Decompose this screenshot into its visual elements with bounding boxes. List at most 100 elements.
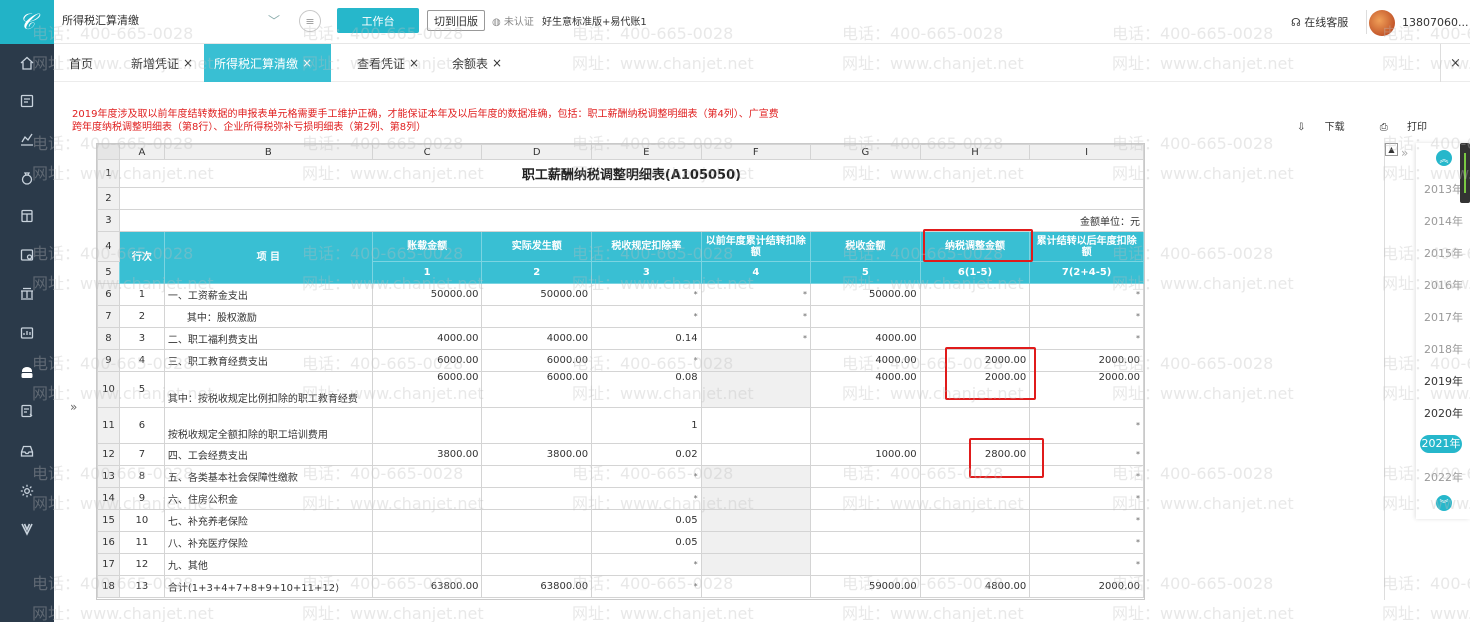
workbench-button[interactable]: 工作台 [337, 8, 419, 33]
value-cell-e[interactable]: 0.05 [591, 531, 702, 554]
value-cell-d[interactable]: 63800.00 [481, 575, 593, 598]
value-cell-g[interactable] [810, 553, 921, 576]
value-cell-h[interactable] [919, 465, 1031, 488]
tab-new-voucher[interactable]: 新增凭证 × [121, 44, 203, 82]
value-cell-d[interactable] [481, 531, 593, 554]
value-cell-e[interactable]: * [591, 465, 702, 488]
value-cell-g[interactable] [810, 407, 921, 444]
value-cell-g[interactable]: 59000.00 [810, 575, 921, 598]
declaration-icon[interactable] [0, 392, 54, 430]
value-cell-f[interactable] [700, 465, 812, 488]
close-icon[interactable]: × [302, 56, 312, 70]
value-cell-g[interactable] [810, 509, 921, 532]
value-cell-i[interactable]: * [1029, 531, 1144, 554]
document-icon[interactable]: ≡ [299, 10, 321, 32]
value-cell-f[interactable] [700, 407, 812, 444]
value-cell-i[interactable]: * [1029, 465, 1144, 488]
close-icon[interactable]: × [409, 56, 419, 70]
value-cell-i[interactable]: 2000.00 [1029, 575, 1144, 598]
tab-income-tax-settlement[interactable]: 所得税汇算清缴 × [204, 44, 331, 82]
value-cell-h[interactable] [919, 531, 1031, 554]
value-cell-d[interactable]: 6000.00 [481, 371, 593, 408]
value-cell-c[interactable] [371, 407, 483, 444]
value-cell-h[interactable]: 4800.00 [919, 575, 1031, 598]
report-chart-icon[interactable] [0, 120, 54, 158]
value-cell-f[interactable]: * [700, 327, 812, 350]
value-cell-c[interactable]: 4000.00 [371, 327, 483, 350]
close-icon[interactable]: × [492, 56, 502, 70]
value-cell-d[interactable] [481, 465, 593, 488]
archive-icon[interactable] [0, 432, 54, 470]
collapse-right-icon[interactable]: » [1401, 146, 1408, 160]
value-cell-h[interactable] [919, 553, 1031, 576]
close-all-tabs-icon[interactable]: × [1440, 44, 1470, 82]
value-cell-e[interactable]: * [591, 487, 702, 510]
tab-view-voucher[interactable]: 查看凭证 × [347, 44, 429, 82]
year-option[interactable]: 2022年 [1424, 469, 1464, 485]
value-cell-c[interactable]: 3800.00 [371, 443, 483, 466]
scroll-up-icon[interactable]: ▲ [1385, 143, 1398, 156]
value-cell-g[interactable]: 1000.00 [810, 443, 921, 466]
year-option[interactable]: 2015年 [1424, 245, 1464, 261]
avatar[interactable] [1369, 10, 1395, 36]
ledger-icon[interactable] [0, 197, 54, 235]
value-cell-c[interactable] [371, 531, 483, 554]
value-cell-h[interactable] [919, 305, 1031, 328]
value-cell-g[interactable]: 4000.00 [810, 349, 921, 372]
value-cell-i[interactable]: * [1029, 283, 1144, 306]
vip-icon[interactable] [0, 510, 54, 548]
year-option[interactable]: 2018年 [1424, 341, 1464, 357]
value-cell-g[interactable] [810, 487, 921, 510]
year-option[interactable]: 2013年 [1424, 181, 1464, 197]
expand-left-icon[interactable]: » [70, 400, 77, 414]
value-cell-h[interactable]: 2800.00 [919, 443, 1031, 466]
value-cell-c[interactable]: 63800.00 [371, 575, 483, 598]
value-cell-f[interactable] [700, 487, 812, 510]
app-logo-icon[interactable]: 𝒞 [0, 0, 54, 44]
value-cell-d[interactable]: 3800.00 [481, 443, 593, 466]
value-cell-e[interactable]: 0.08 [591, 371, 702, 408]
switch-old-version-button[interactable]: 切到旧版 [427, 10, 485, 31]
value-cell-c[interactable] [371, 553, 483, 576]
online-service-link[interactable]: ☊ 在线客服 [1291, 14, 1348, 30]
user-phone[interactable]: 13807060... [1402, 16, 1468, 29]
value-cell-i[interactable]: * [1029, 443, 1144, 466]
value-cell-f[interactable] [700, 509, 812, 532]
value-cell-h[interactable] [919, 283, 1031, 306]
value-cell-d[interactable] [481, 407, 593, 444]
value-cell-g[interactable]: 4000.00 [810, 371, 921, 408]
value-cell-h[interactable] [919, 509, 1031, 532]
value-cell-g[interactable] [810, 465, 921, 488]
year-option[interactable]: 2021年 [1420, 435, 1462, 453]
value-cell-f[interactable] [700, 371, 812, 408]
settings-gear-icon[interactable] [0, 472, 54, 510]
module-select[interactable]: 所得税汇算清缴 ﹀ [62, 10, 282, 32]
value-cell-f[interactable] [700, 531, 812, 554]
value-cell-e[interactable]: * [591, 553, 702, 576]
year-option[interactable]: 2014年 [1424, 213, 1464, 229]
year-option[interactable]: 2020年 [1424, 405, 1464, 421]
invoice-icon[interactable] [0, 236, 54, 274]
tab-home[interactable]: 首页 [59, 44, 103, 82]
tax-settlement-icon[interactable] [0, 354, 54, 392]
value-cell-g[interactable] [810, 305, 921, 328]
value-cell-e[interactable]: 1 [591, 407, 702, 444]
bank-icon[interactable] [0, 275, 54, 313]
value-cell-d[interactable]: 4000.00 [481, 327, 593, 350]
value-cell-i[interactable]: * [1029, 553, 1144, 576]
value-cell-e[interactable]: * [591, 349, 702, 372]
value-cell-d[interactable] [481, 487, 593, 510]
sheet-scrollbar[interactable]: ▲ [1384, 143, 1398, 600]
year-option[interactable]: 2019年 [1424, 373, 1464, 389]
value-cell-e[interactable]: 0.05 [591, 509, 702, 532]
value-cell-h[interactable]: 2000.00 [919, 349, 1031, 372]
value-cell-f[interactable] [700, 443, 812, 466]
year-down-icon[interactable]: ︾ [1436, 495, 1452, 511]
value-cell-g[interactable] [810, 531, 921, 554]
dashboard-icon[interactable] [0, 314, 54, 352]
value-cell-c[interactable]: 50000.00 [371, 283, 483, 306]
home-icon[interactable] [0, 44, 54, 82]
money-bag-icon[interactable] [0, 159, 54, 197]
value-cell-e[interactable]: * [591, 283, 702, 306]
value-cell-i[interactable]: * [1029, 305, 1144, 328]
